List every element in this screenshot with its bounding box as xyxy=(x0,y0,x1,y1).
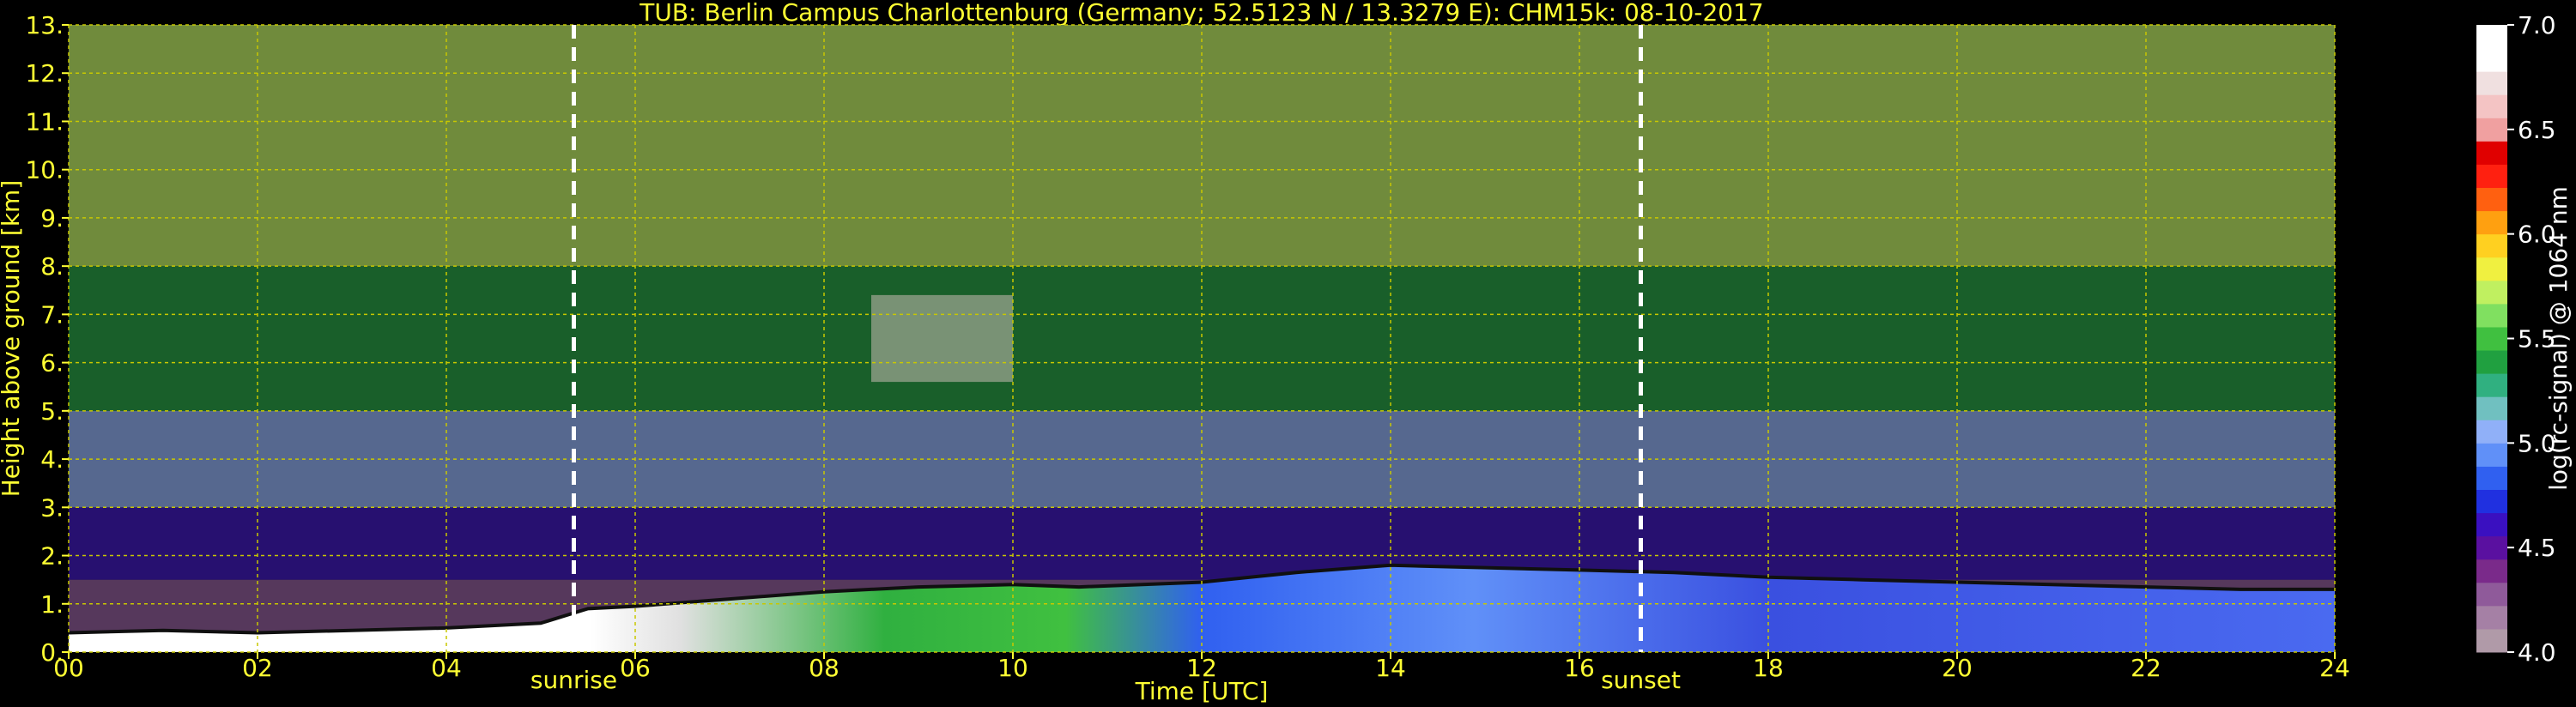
colorbar-tick-label: 4.0 xyxy=(2518,638,2556,667)
colorbar-segment xyxy=(2476,489,2507,514)
colorbar-segment xyxy=(2476,582,2507,607)
colorbar-segment xyxy=(2476,628,2507,653)
y-axis: 0.1.2.3.4.5.6.7.8.9.10.11.12.13. xyxy=(25,11,69,667)
x-tick-label: 16 xyxy=(1564,654,1595,682)
colorbar-segment xyxy=(2476,605,2507,630)
x-tick-label: 06 xyxy=(620,654,651,682)
y-tick-label: 9. xyxy=(40,204,64,233)
colorbar-segment xyxy=(2476,420,2507,444)
colorbar-tick-label: 7.0 xyxy=(2518,11,2556,39)
colorbar-segment xyxy=(2476,512,2507,537)
colorbar-segment xyxy=(2476,326,2507,351)
y-tick-label: 12. xyxy=(25,59,64,88)
chart-title: TUB: Berlin Campus Charlottenburg (Germa… xyxy=(639,0,1763,27)
colorbar-tick-label: 6.5 xyxy=(2518,116,2556,144)
colorbar-segment xyxy=(2476,118,2507,142)
x-axis-label: Time [UTC] xyxy=(1135,677,1269,705)
colorbar-label: log(rc-signal) @ 1064 nm xyxy=(2544,186,2573,491)
x-tick-label: 10 xyxy=(997,654,1028,682)
ceilometer-chart: TUB: Berlin Campus Charlottenburg (Germa… xyxy=(0,0,2573,705)
colorbar-segment xyxy=(2476,71,2507,95)
y-tick-label: 6. xyxy=(40,349,64,378)
y-tick-label: 13. xyxy=(25,11,64,39)
colorbar-segment xyxy=(2476,303,2507,328)
colorbar-segment xyxy=(2476,210,2507,235)
colorbar-segment xyxy=(2476,48,2507,72)
colorbar-segment xyxy=(2476,443,2507,467)
colorbar-segment xyxy=(2476,396,2507,420)
colorbar-segment xyxy=(2476,373,2507,397)
plot-area xyxy=(68,25,2335,652)
x-tick-label: 04 xyxy=(431,654,462,682)
colorbar-segment xyxy=(2476,280,2507,305)
x-tick-label: 14 xyxy=(1375,654,1406,682)
y-tick-label: 8. xyxy=(40,252,64,281)
colorbar-segment xyxy=(2476,94,2507,118)
x-tick-label: 24 xyxy=(2319,654,2350,682)
colorbar-segment xyxy=(2476,535,2507,560)
y-tick-label: 4. xyxy=(40,445,64,474)
y-tick-label: 2. xyxy=(40,542,64,571)
y-axis-label: Height above ground [km] xyxy=(0,180,25,498)
colorbar-segment xyxy=(2476,233,2507,258)
colorbar-segment xyxy=(2476,187,2507,212)
colorbar-segment xyxy=(2476,257,2507,281)
y-tick-label: 3. xyxy=(40,493,64,522)
colorbar-segment xyxy=(2476,141,2507,165)
colorbar-segment xyxy=(2476,466,2507,490)
y-tick-label: 5. xyxy=(40,397,64,426)
x-tick-label: 00 xyxy=(53,654,84,682)
x-tick-label: 02 xyxy=(242,654,273,682)
colorbar-segment xyxy=(2476,164,2507,189)
x-tick-label: 08 xyxy=(809,654,839,682)
y-tick-label: 10. xyxy=(25,156,64,184)
sunrise-label: sunrise xyxy=(530,666,617,694)
cirrus-cloud xyxy=(871,294,1013,383)
y-tick-label: 7. xyxy=(40,300,64,329)
colorbar-tick-label: 4.5 xyxy=(2518,534,2556,562)
x-tick-label: 22 xyxy=(2131,654,2161,682)
sunset-label: sunset xyxy=(1601,666,1681,694)
x-tick-label: 18 xyxy=(1753,654,1784,682)
colorbar-segment xyxy=(2476,559,2507,583)
y-tick-label: 1. xyxy=(40,590,64,619)
y-tick-label: 11. xyxy=(25,107,64,136)
colorbar-segment xyxy=(2476,25,2507,49)
x-tick-label: 20 xyxy=(1942,654,1973,682)
colorbar-segment xyxy=(2476,350,2507,374)
